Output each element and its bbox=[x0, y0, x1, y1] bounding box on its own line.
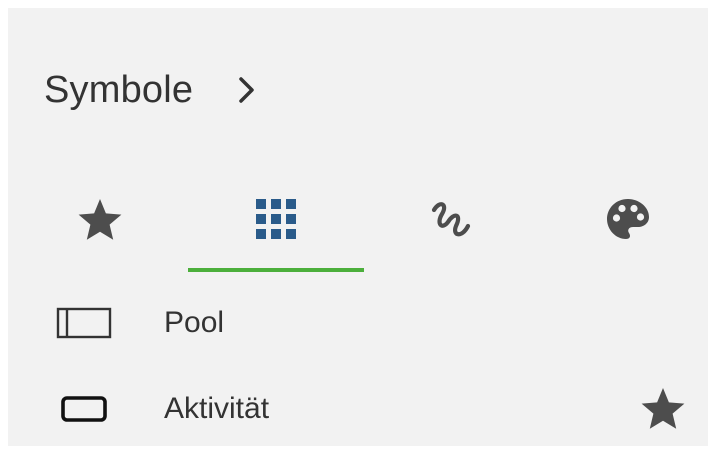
tab-colors[interactable] bbox=[540, 180, 708, 276]
symbol-list: Pool Aktivität bbox=[8, 280, 708, 446]
grid-icon bbox=[253, 196, 299, 247]
symbols-panel: Symbole Pool Aktivität bbox=[8, 8, 708, 446]
tab-freehand[interactable] bbox=[364, 180, 540, 276]
pool-shape-icon bbox=[56, 303, 112, 343]
tab-favorites[interactable] bbox=[12, 180, 188, 276]
palette-icon bbox=[604, 196, 652, 249]
list-item[interactable]: Aktivität bbox=[8, 366, 708, 446]
symbol-label: Pool bbox=[164, 306, 225, 339]
symbol-label: Aktivität bbox=[164, 392, 270, 425]
chevron-right-icon[interactable] bbox=[237, 76, 257, 104]
tab-shapes[interactable] bbox=[188, 180, 364, 276]
symbol-tabs bbox=[8, 180, 708, 276]
activity-shape-icon bbox=[56, 389, 112, 429]
panel-title: Symbole bbox=[44, 68, 194, 111]
active-tab-indicator bbox=[188, 268, 364, 272]
star-icon bbox=[75, 196, 125, 249]
freehand-icon bbox=[426, 196, 478, 249]
star-icon[interactable] bbox=[638, 384, 688, 434]
list-item[interactable]: Pool bbox=[8, 280, 708, 366]
panel-header[interactable]: Symbole bbox=[44, 60, 257, 120]
